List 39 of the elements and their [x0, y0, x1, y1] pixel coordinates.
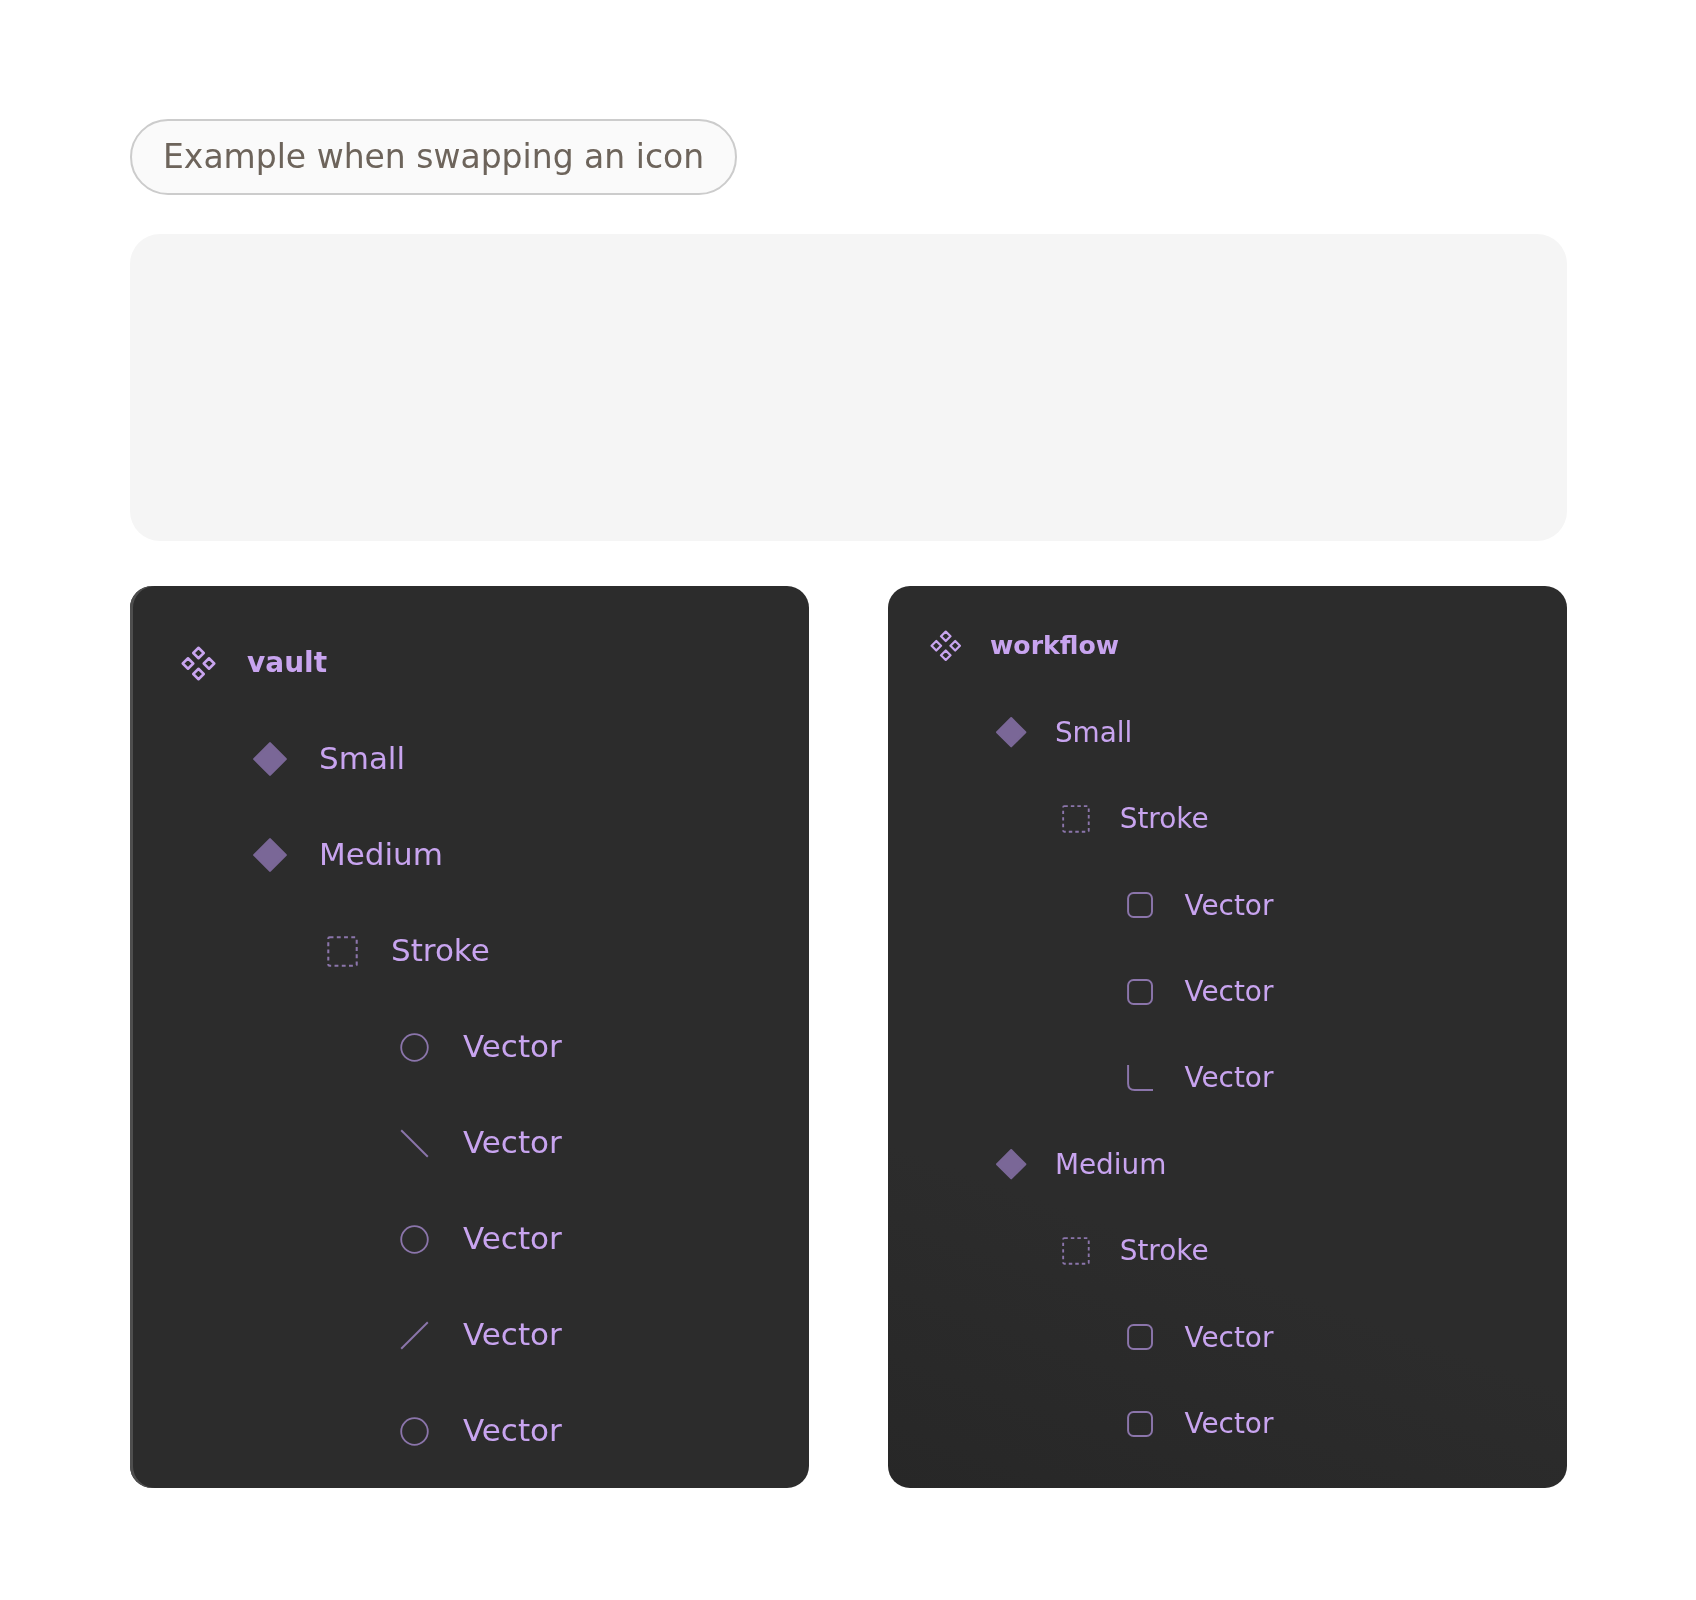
layer-name: Vector — [463, 1124, 562, 1162]
component-name: workflow — [990, 631, 1120, 662]
layer-name: Vector — [1184, 1406, 1274, 1441]
layer-name: Vector — [463, 1220, 562, 1258]
component-name: vault — [247, 646, 328, 680]
rounded-square-icon — [1127, 1410, 1154, 1437]
layer-name: Vector — [1184, 1061, 1274, 1095]
diamond-icon — [252, 837, 288, 873]
layer-name: Vector — [463, 1028, 562, 1066]
layer-name: Stroke — [1119, 802, 1209, 836]
layer-name: Vector — [463, 1412, 562, 1450]
layer-name: Stroke — [391, 932, 490, 970]
layer-name: Vector — [1184, 1320, 1274, 1355]
layer-name: Small — [319, 740, 406, 778]
corner-icon — [1127, 1065, 1154, 1092]
diamond-icon — [252, 741, 288, 777]
rounded-square-icon — [1127, 1324, 1154, 1351]
layer-name: Stroke — [1119, 1234, 1209, 1268]
dashed-square-icon — [1061, 1237, 1090, 1265]
diamond-icon — [994, 1148, 1027, 1181]
circle-icon — [399, 1416, 429, 1446]
rounded-square-icon — [1127, 978, 1154, 1005]
layer-name: Small — [1054, 715, 1133, 750]
caption-label: Example when swapping an icon — [130, 119, 738, 195]
line-icon — [399, 1128, 429, 1158]
layer-name: Vector — [1184, 975, 1274, 1009]
diamond-icon — [994, 716, 1027, 749]
layer-name: Medium — [319, 836, 443, 874]
circle-icon — [399, 1032, 429, 1062]
layer-name: Medium — [1054, 1147, 1167, 1182]
four-diamonds-icon — [180, 645, 216, 681]
rounded-square-icon — [1127, 892, 1154, 919]
line-icon — [399, 1320, 429, 1350]
circle-icon — [399, 1224, 429, 1254]
layer-name: Vector — [1184, 888, 1274, 923]
dashed-square-icon — [1061, 805, 1090, 833]
dashed-square-icon — [326, 935, 358, 967]
layer-name: Vector — [463, 1316, 562, 1354]
four-diamonds-icon — [930, 630, 962, 662]
